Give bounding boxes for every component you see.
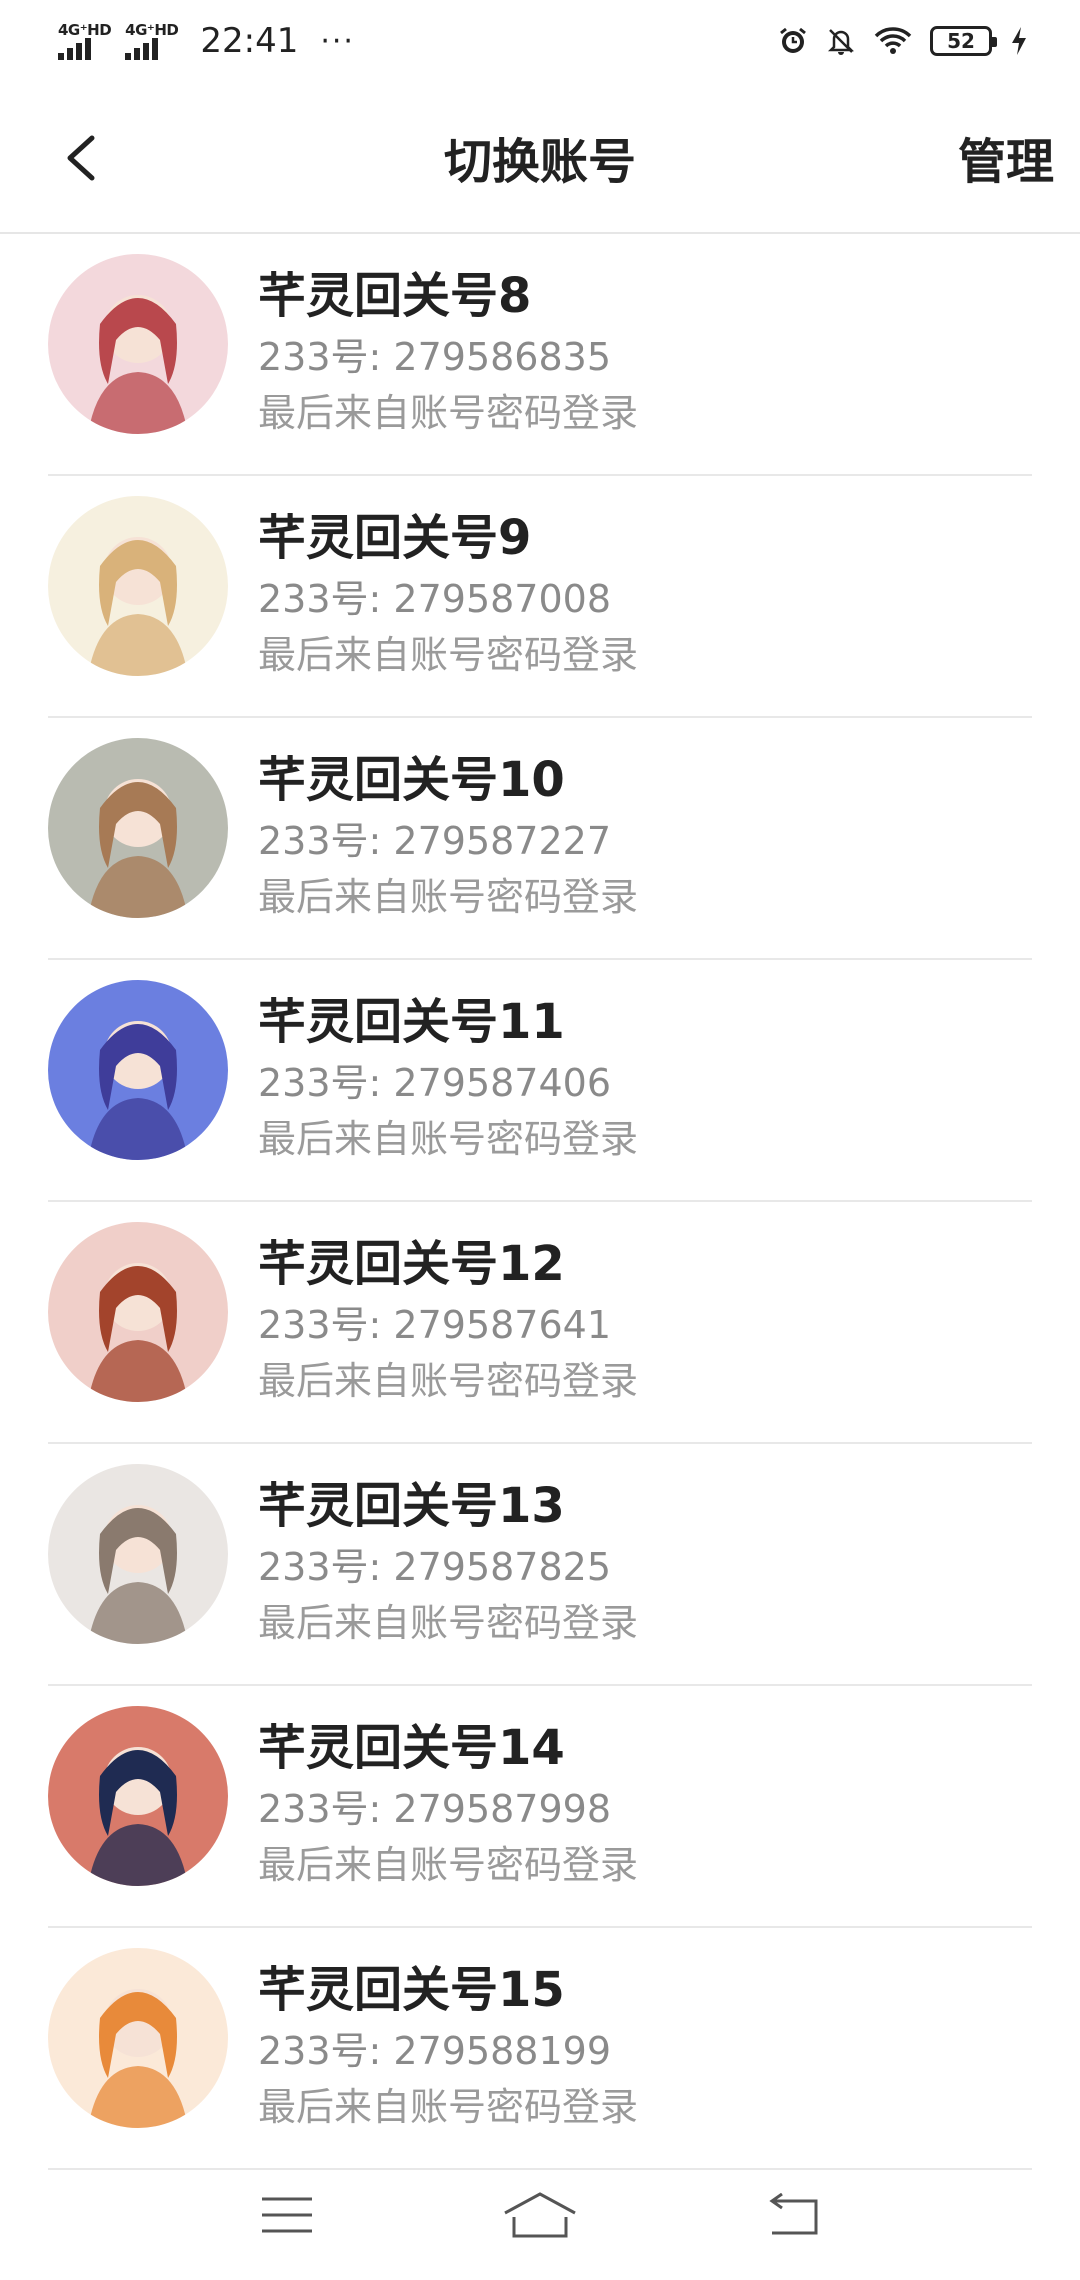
avatar	[48, 1464, 228, 1644]
account-item[interactable]: 芊灵回关号15 233号: 279588199 最后来自账号密码登录	[0, 1928, 1080, 2170]
manage-button[interactable]: 管理	[958, 122, 1054, 192]
last-login-method: 最后来自账号密码登录	[258, 1843, 639, 1887]
account-name: 芊灵回关号9	[258, 510, 532, 566]
last-login-method: 最后来自账号密码登录	[258, 875, 639, 919]
last-login-method: 最后来自账号密码登录	[258, 2085, 639, 2129]
account-id: 233号: 279587998	[258, 1787, 612, 1831]
back-button[interactable]	[753, 2185, 833, 2245]
avatar	[48, 980, 228, 1160]
account-item[interactable]: 芊灵回关号11 233号: 279587406 最后来自账号密码登录	[0, 960, 1080, 1202]
more-notifications-icon: ···	[320, 23, 355, 59]
account-id: 233号: 279587406	[258, 1061, 612, 1105]
mute-bell-icon	[827, 29, 855, 55]
account-item[interactable]: 芊灵回关号13 233号: 279587825 最后来自账号密码登录	[0, 1444, 1080, 1686]
account-item[interactable]: 芊灵回关号8 233号: 279586835 最后来自账号密码登录	[0, 234, 1080, 476]
account-item[interactable]: 芊灵回关号9 233号: 279587008 最后来自账号密码登录	[0, 476, 1080, 718]
avatar	[48, 738, 228, 918]
clock: 22:41	[200, 21, 299, 61]
top-navigation-bar: 切换账号 管理	[0, 82, 1080, 234]
avatar	[48, 254, 228, 434]
account-id: 233号: 279587008	[258, 577, 612, 621]
account-id: 233号: 279587227	[258, 819, 612, 863]
avatar	[48, 1222, 228, 1402]
account-id: 233号: 279587641	[258, 1303, 612, 1347]
home-icon	[504, 2192, 576, 2238]
account-id: 233号: 279586835	[258, 335, 612, 379]
account-name: 芊灵回关号11	[258, 994, 565, 1050]
avatar	[48, 496, 228, 676]
signal-4g-1: 4G⁺HD	[58, 20, 112, 60]
account-id: 233号: 279587825	[258, 1545, 612, 1589]
status-bar: 4G⁺HD 4G⁺HD 22:41 ··· 52	[0, 0, 1080, 82]
account-name: 芊灵回关号12	[258, 1236, 565, 1292]
last-login-method: 最后来自账号密码登录	[258, 1359, 639, 1403]
back-nav-icon	[769, 2193, 818, 2235]
page-title: 切换账号	[443, 134, 636, 190]
signal-bars-icon	[58, 37, 91, 60]
last-login-method: 最后来自账号密码登录	[258, 633, 639, 677]
wifi-icon	[874, 27, 912, 54]
account-name: 芊灵回关号10	[258, 752, 565, 808]
status-left: 4G⁺HD 4G⁺HD 22:41 ···	[58, 21, 355, 61]
account-list: 芊灵回关号8 233号: 279586835 最后来自账号密码登录 芊灵回关号9 233…	[0, 234, 1080, 2170]
account-id: 233号: 279588199	[258, 2029, 612, 2073]
signal-4g-2: 4G⁺HD	[125, 20, 179, 60]
account-item[interactable]: 芊灵回关号10 233号: 279587227 最后来自账号密码登录	[0, 718, 1080, 960]
last-login-method: 最后来自账号密码登录	[258, 1601, 639, 1645]
system-navigation-bar	[0, 2150, 1080, 2280]
alarm-icon	[780, 27, 806, 53]
battery-icon: 52	[930, 26, 997, 56]
avatar	[48, 1706, 228, 1886]
signal-bars-icon	[125, 37, 159, 60]
avatar	[48, 1948, 228, 2128]
status-right: 52	[778, 26, 1028, 56]
charging-icon	[1012, 27, 1026, 55]
menu-icon	[261, 2197, 312, 2233]
network-type-label: 4G⁺HD	[125, 20, 179, 39]
menu-button[interactable]	[247, 2185, 327, 2245]
home-button[interactable]	[500, 2185, 580, 2245]
network-type-label: 4G⁺HD	[58, 20, 112, 39]
account-item[interactable]: 芊灵回关号14 233号: 279587998 最后来自账号密码登录	[0, 1686, 1080, 1928]
account-name: 芊灵回关号14	[258, 1720, 565, 1776]
last-login-method: 最后来自账号密码登录	[258, 1117, 639, 1161]
last-login-method: 最后来自账号密码登录	[258, 391, 639, 435]
account-item[interactable]: 芊灵回关号12 233号: 279587641 最后来自账号密码登录	[0, 1202, 1080, 1444]
account-name: 芊灵回关号8	[258, 268, 532, 324]
account-name: 芊灵回关号13	[258, 1478, 565, 1534]
account-name: 芊灵回关号15	[258, 1962, 565, 2018]
